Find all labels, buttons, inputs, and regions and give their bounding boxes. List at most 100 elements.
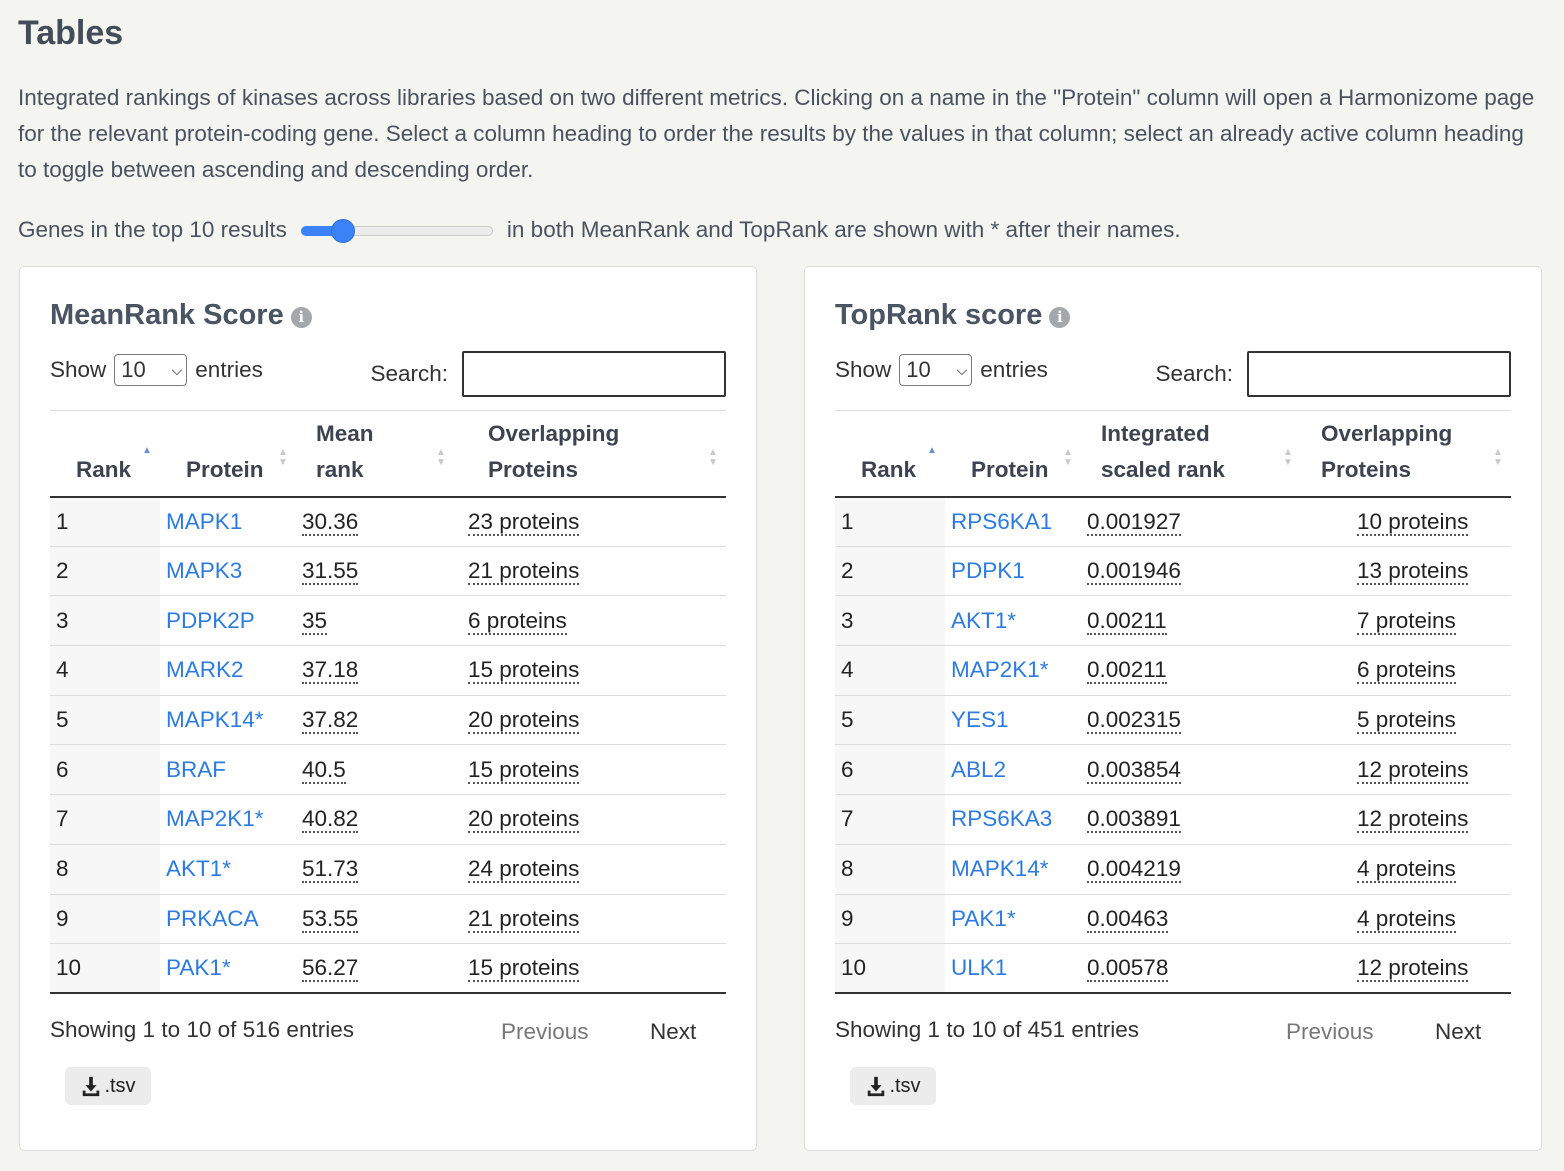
protein-link[interactable]: ULK1	[951, 955, 1007, 980]
meanrank-page-size-select[interactable]: 10 ⌵	[114, 354, 188, 386]
overlap-proteins-value[interactable]: 6 proteins	[1357, 657, 1456, 685]
column-header-rank[interactable]: Rank ▲	[835, 410, 945, 498]
overlap-proteins-value[interactable]: 23 proteins	[468, 508, 580, 536]
protein-cell: PRKACA	[160, 894, 296, 945]
protein-link[interactable]: PDPK2P	[166, 608, 255, 633]
score-value[interactable]: 0.00211	[1087, 607, 1167, 635]
score-value[interactable]: 40.5	[302, 756, 346, 784]
overlap-proteins-value[interactable]: 12 proteins	[1357, 955, 1469, 983]
column-header-mean-rank[interactable]: Mean rank ▲ ▼	[296, 410, 454, 498]
protein-link[interactable]: RPS6KA3	[951, 806, 1052, 831]
score-value[interactable]: 31.55	[302, 558, 359, 586]
overlap-cell: 15 proteins	[454, 645, 726, 696]
overlap-proteins-value[interactable]: 12 proteins	[1357, 756, 1469, 784]
protein-link[interactable]: PRKACA	[166, 906, 259, 931]
overlap-proteins-value[interactable]: 15 proteins	[468, 955, 580, 983]
meanrank-table-info: Showing 1 to 10 of 516 entries	[50, 1017, 354, 1042]
protein-link[interactable]: PAK1*	[166, 955, 231, 980]
toprank-download-tsv-button[interactable]: .tsv	[850, 1067, 936, 1105]
overlap-proteins-value[interactable]: 12 proteins	[1357, 806, 1469, 834]
protein-link[interactable]: YES1	[951, 707, 1009, 732]
slider-thumb[interactable]	[331, 219, 356, 243]
overlap-proteins-value[interactable]: 5 proteins	[1357, 707, 1456, 735]
protein-link[interactable]: MAPK3	[166, 558, 242, 583]
column-header-overlapping-proteins[interactable]: Overlapping Proteins ▲ ▼	[454, 410, 726, 498]
sort-both-icon: ▲ ▼	[436, 446, 446, 468]
score-value[interactable]: 0.001927	[1087, 508, 1181, 536]
overlap-cell: 15 proteins	[454, 744, 726, 796]
protein-link[interactable]: BRAF	[166, 757, 226, 782]
score-cell: 0.00463	[1081, 894, 1301, 945]
meanrank-download-tsv-button[interactable]: .tsv	[65, 1067, 151, 1105]
meanrank-search-input[interactable]	[462, 351, 726, 397]
top-results-slider[interactable]	[300, 219, 493, 243]
score-value[interactable]: 0.003891	[1087, 806, 1181, 834]
score-value[interactable]: 0.00578	[1087, 955, 1169, 983]
score-value[interactable]: 0.004219	[1087, 856, 1181, 884]
score-value[interactable]: 0.00463	[1087, 905, 1169, 933]
column-header-integrated-scaled-rank[interactable]: Integrated scaled rank ▲ ▼	[1081, 410, 1301, 498]
protein-link[interactable]: MAPK1	[166, 509, 242, 534]
previous-page-button[interactable]: Previous	[501, 1019, 589, 1045]
score-value[interactable]: 37.18	[302, 657, 359, 685]
overlap-proteins-value[interactable]: 10 proteins	[1357, 508, 1469, 536]
info-icon[interactable]: i	[290, 307, 312, 328]
overlap-proteins-value[interactable]: 4 proteins	[1357, 856, 1456, 884]
protein-cell: PAK1*	[160, 943, 296, 995]
rank-cell: 1	[50, 496, 160, 547]
overlap-proteins-value[interactable]: 4 proteins	[1357, 905, 1456, 933]
previous-page-button[interactable]: Previous	[1286, 1019, 1374, 1045]
overlap-proteins-value[interactable]: 20 proteins	[468, 806, 580, 834]
column-header-overlapping-proteins[interactable]: Overlapping Proteins ▲ ▼	[1301, 410, 1511, 498]
score-value[interactable]: 0.001946	[1087, 558, 1181, 586]
overlap-proteins-value[interactable]: 20 proteins	[468, 707, 580, 735]
overlap-proteins-value[interactable]: 7 proteins	[1357, 607, 1456, 635]
score-value[interactable]: 56.27	[302, 955, 359, 983]
toprank-search-input[interactable]	[1247, 351, 1511, 397]
protein-link[interactable]: MAPK14*	[951, 856, 1049, 881]
score-value[interactable]: 30.36	[302, 508, 359, 536]
protein-link[interactable]: ABL2	[951, 757, 1006, 782]
tsv-label: .tsv	[889, 1074, 921, 1097]
score-cell: 0.004219	[1081, 844, 1301, 895]
score-value[interactable]: 37.82	[302, 707, 359, 735]
toprank-page-size-select[interactable]: 10 ⌵	[899, 354, 973, 386]
protein-link[interactable]: MARK2	[166, 657, 244, 682]
overlap-proteins-value[interactable]: 21 proteins	[468, 558, 580, 586]
protein-link[interactable]: MAP2K1*	[166, 806, 264, 831]
column-header-protein[interactable]: Protein ▲ ▼	[160, 410, 296, 498]
protein-link[interactable]: RPS6KA1	[951, 509, 1052, 534]
overlap-proteins-value[interactable]: 15 proteins	[468, 657, 580, 685]
score-value[interactable]: 53.55	[302, 905, 359, 933]
sort-asc-icon: ▲	[927, 444, 937, 456]
score-value[interactable]: 40.82	[302, 806, 359, 834]
rank-cell: 2	[835, 546, 945, 597]
protein-cell: AKT1*	[160, 844, 296, 895]
protein-cell: MAP2K1*	[160, 794, 296, 845]
next-page-button[interactable]: Next	[650, 1019, 696, 1045]
overlap-proteins-value[interactable]: 24 proteins	[468, 856, 580, 884]
next-page-button[interactable]: Next	[1435, 1019, 1481, 1045]
score-value[interactable]: 0.002315	[1087, 707, 1181, 735]
overlap-proteins-value[interactable]: 21 proteins	[468, 905, 580, 933]
overlap-cell: 21 proteins	[454, 894, 726, 945]
rank-cell: 8	[835, 844, 945, 895]
rank-cell: 5	[50, 695, 160, 746]
score-value[interactable]: 0.003854	[1087, 756, 1181, 784]
overlap-proteins-value[interactable]: 15 proteins	[468, 756, 580, 784]
score-value[interactable]: 35	[302, 607, 328, 635]
protein-link[interactable]: MAPK14*	[166, 707, 264, 732]
protein-link[interactable]: AKT1*	[166, 856, 231, 881]
protein-link[interactable]: PDPK1	[951, 558, 1025, 583]
score-value[interactable]: 51.73	[302, 856, 359, 884]
protein-link[interactable]: PAK1*	[951, 906, 1016, 931]
protein-link[interactable]: MAP2K1*	[951, 657, 1049, 682]
protein-link[interactable]: AKT1*	[951, 608, 1016, 633]
overlap-proteins-value[interactable]: 6 proteins	[468, 607, 567, 635]
overlap-proteins-value[interactable]: 13 proteins	[1357, 558, 1469, 586]
table-row: 7 RPS6KA3 0.003891 12 proteins	[835, 794, 1511, 845]
column-header-protein[interactable]: Protein ▲ ▼	[945, 410, 1081, 498]
info-icon[interactable]: i	[1049, 307, 1071, 328]
score-value[interactable]: 0.00211	[1087, 657, 1167, 685]
column-header-rank[interactable]: Rank ▲	[50, 410, 160, 498]
